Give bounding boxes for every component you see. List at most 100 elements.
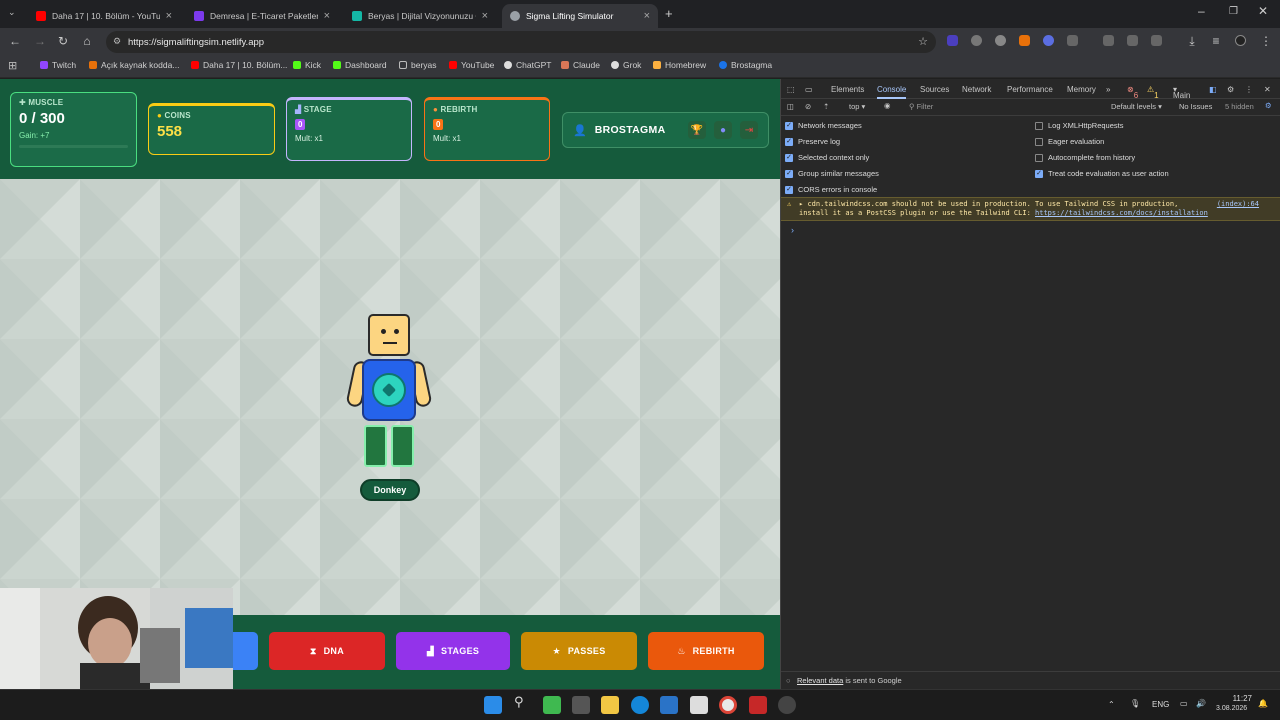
apps-grid-icon[interactable]: ⊞ xyxy=(8,59,17,72)
option-selected-context[interactable]: ✓ Selected context only xyxy=(785,153,869,162)
microphone-icon[interactable]: 🎙 xyxy=(1130,699,1140,708)
network-icon[interactable]: ▭ xyxy=(1180,699,1188,708)
new-tab-button[interactable]: + xyxy=(665,6,673,21)
error-count-badge[interactable]: ⊗ 6 xyxy=(1127,85,1138,100)
dna-button[interactable]: ⧗ DNA xyxy=(269,632,385,670)
checkbox[interactable]: ✓ xyxy=(1035,169,1043,178)
bookmark-acik[interactable]: Açık kaynak kodda... xyxy=(89,60,179,70)
clock-time[interactable]: 11:27 xyxy=(1230,694,1252,703)
tab-memory[interactable]: Memory xyxy=(1067,85,1096,94)
context-dropdown[interactable]: top ▾ xyxy=(849,102,865,111)
tab-youtube[interactable]: Daha 17 | 10. Bölüm - YouTube × xyxy=(28,4,180,28)
palette-button[interactable]: ● xyxy=(714,121,732,139)
checkbox[interactable] xyxy=(1035,153,1043,162)
checkbox[interactable]: ✓ xyxy=(785,137,793,146)
site-info-icon[interactable]: ⚙ xyxy=(113,36,121,47)
download-icon[interactable]: ⤓ xyxy=(1184,34,1200,49)
option-preserve-log[interactable]: ✓ Preserve log xyxy=(785,137,840,146)
close-devtools-icon[interactable]: ✕ xyxy=(1264,85,1271,94)
home-button[interactable]: ⌂ xyxy=(79,34,95,48)
bookmark-star-icon[interactable]: ☆ xyxy=(918,35,928,48)
clear-console-icon[interactable]: ⊘ xyxy=(805,102,811,111)
back-button[interactable]: ← xyxy=(7,34,23,48)
grid-icon[interactable] xyxy=(1127,35,1138,46)
recording-icon[interactable] xyxy=(749,696,767,714)
start-icon[interactable] xyxy=(484,696,502,714)
bookmark-twitch[interactable]: Twitch xyxy=(40,60,76,70)
settings-icon[interactable]: ⚙ xyxy=(1227,85,1234,94)
extension-icon[interactable] xyxy=(947,35,958,46)
maximize-button[interactable]: ❐ xyxy=(1229,6,1238,17)
vscode-icon[interactable] xyxy=(660,696,678,714)
eye-icon[interactable]: ◉ xyxy=(884,101,891,110)
close-icon[interactable]: × xyxy=(482,10,488,22)
fox-extension-icon[interactable] xyxy=(1019,35,1030,46)
address-bar[interactable]: ⚙ https://sigmaliftingsim.netlify.app ☆ xyxy=(106,31,936,53)
option-log-xhr[interactable]: Log XMLHttpRequests xyxy=(1035,121,1123,130)
console-warning-message[interactable]: ⚠ (index):64 ▸ cdn.tailwindcss.com shoul… xyxy=(781,197,1280,221)
issues-button[interactable]: No Issues xyxy=(1179,102,1212,111)
console-prompt-icon[interactable]: › xyxy=(791,225,794,235)
language-indicator[interactable]: ENG xyxy=(1152,700,1169,709)
cursor-app-icon[interactable] xyxy=(690,696,708,714)
profile-extension-icon[interactable] xyxy=(1043,35,1054,46)
warning-count-badge[interactable]: ⚠ 1 xyxy=(1147,85,1159,100)
reading-list-icon[interactable]: ≡ xyxy=(1208,34,1224,48)
widgets-icon[interactable] xyxy=(543,696,561,714)
clock-date[interactable]: 3.08.2026 xyxy=(1216,705,1247,712)
tab-search-icon[interactable]: ⌄ xyxy=(8,7,16,18)
character-body[interactable] xyxy=(362,359,416,421)
tab-elements[interactable]: Elements xyxy=(831,85,864,94)
close-icon[interactable]: × xyxy=(644,10,650,22)
stages-button[interactable]: ▟ STAGES xyxy=(396,632,510,670)
close-icon[interactable]: × xyxy=(324,10,330,22)
bookmark-brostagma[interactable]: Brostagma xyxy=(719,60,772,70)
checkbox[interactable]: ✓ xyxy=(785,169,793,178)
minimize-button[interactable]: – xyxy=(1198,4,1205,18)
volume-icon[interactable]: 🔊 xyxy=(1196,699,1206,708)
character-head[interactable] xyxy=(368,314,410,356)
checkbox[interactable]: ✓ xyxy=(785,185,793,194)
option-group-similar[interactable]: ✓ Group similar messages xyxy=(785,169,879,178)
option-autocomplete-history[interactable]: Autocomplete from history xyxy=(1035,153,1135,162)
bookmark-daha17[interactable]: Daha 17 | 10. Bölüm... xyxy=(191,60,287,70)
notification-icon[interactable]: 🔔 xyxy=(1258,699,1268,708)
reload-button[interactable]: ↻ xyxy=(55,34,71,48)
bookmark-beryas[interactable]: beryas xyxy=(399,60,437,70)
bookmark-claude[interactable]: Claude xyxy=(561,60,600,70)
ai-assistance-icon[interactable]: ◧ xyxy=(1209,85,1217,94)
sidebar-toggle-icon[interactable]: ◫ xyxy=(787,102,794,111)
store-icon[interactable] xyxy=(572,696,590,714)
forward-button[interactable]: → xyxy=(32,34,48,48)
checkbox[interactable] xyxy=(1035,121,1043,130)
option-eager-evaluation[interactable]: Eager evaluation xyxy=(1035,137,1104,146)
checkbox[interactable]: ✓ xyxy=(785,121,793,130)
tab-sigma[interactable]: Sigma Lifting Simulator × xyxy=(502,4,658,28)
chrome-icon[interactable] xyxy=(719,696,737,714)
close-window-button[interactable]: ✕ xyxy=(1258,4,1268,18)
context-selector[interactable]: Main ▾ xyxy=(1173,85,1190,100)
tab-sources[interactable]: Sources xyxy=(920,85,949,94)
search-icon[interactable]: ⚲ xyxy=(514,694,532,712)
filter-input[interactable]: ⚲ Filter xyxy=(909,102,933,111)
passes-button[interactable]: ★ PASSES xyxy=(521,632,637,670)
device-toolbar-icon[interactable]: ▭ xyxy=(805,85,813,94)
close-icon[interactable]: × xyxy=(166,10,172,22)
option-network-messages[interactable]: ✓ Network messages xyxy=(785,121,862,130)
checkbox[interactable] xyxy=(1035,137,1043,146)
bookmark-grok[interactable]: Grok xyxy=(611,60,641,70)
logout-button[interactable]: ⇥ xyxy=(740,121,758,139)
option-cors-errors[interactable]: ✓ CORS errors in console xyxy=(785,185,877,194)
tray-chevron-icon[interactable]: ⌃ xyxy=(1108,700,1115,709)
playfield[interactable]: Donkey xyxy=(0,179,780,615)
puzzle-icon[interactable] xyxy=(1067,35,1078,46)
inspect-icon[interactable]: ⬚ xyxy=(787,85,795,94)
option-treat-code-evaluation[interactable]: ✓ Treat code evaluation as user action xyxy=(1035,169,1169,178)
tailwind-docs-link[interactable]: https://tailwindcss.com/docs/installatio… xyxy=(1035,209,1208,217)
trophy-button[interactable]: 🏆 xyxy=(688,121,706,139)
warning-source-link[interactable]: (index):64 xyxy=(1217,200,1259,209)
tab-network[interactable]: Network xyxy=(962,85,991,94)
avatar[interactable] xyxy=(1235,35,1246,46)
bookmark-kick[interactable]: Kick xyxy=(293,60,321,70)
key-icon[interactable] xyxy=(1151,35,1162,46)
